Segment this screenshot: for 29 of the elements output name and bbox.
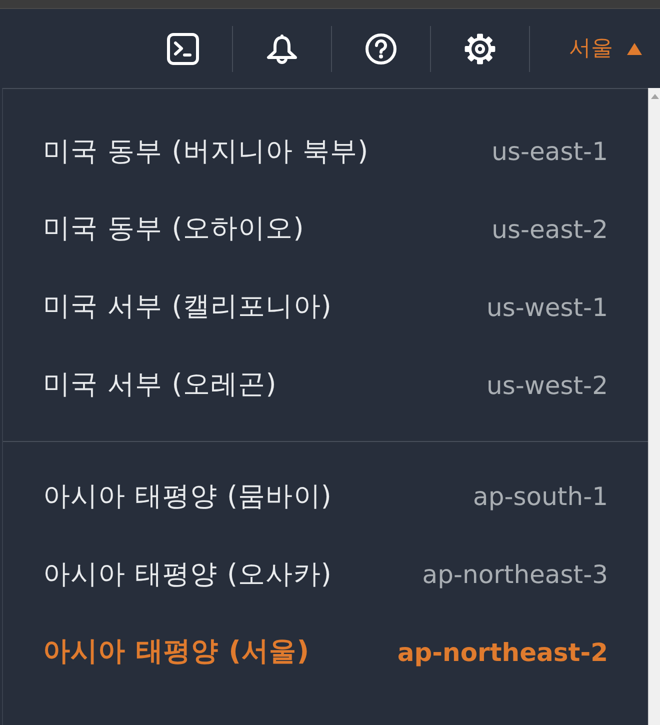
scroll-up-arrow-icon bbox=[650, 94, 658, 99]
region-option[interactable]: 미국 서부 (오레곤) us-west-2 bbox=[3, 346, 648, 424]
region-name: 미국 동부 (오하이오) bbox=[43, 212, 304, 246]
region-name: 아시아 태평양 (서울) bbox=[43, 635, 310, 670]
region-selector-label: 서울 bbox=[569, 35, 613, 63]
region-code: us-east-2 bbox=[492, 214, 608, 246]
region-option[interactable]: 미국 동부 (오하이오) us-east-2 bbox=[3, 190, 648, 269]
region-option[interactable]: 미국 동부 (버지니아 북부) us-east-1 bbox=[3, 113, 648, 191]
region-name: 미국 동부 (버지니아 북부) bbox=[43, 134, 369, 169]
region-name: 아시아 태평양 (오사카) bbox=[43, 558, 332, 592]
region-name: 미국 서부 (오레곤) bbox=[43, 368, 277, 402]
region-code: us-west-2 bbox=[486, 370, 608, 402]
scrollbar-track[interactable] bbox=[648, 88, 660, 725]
region-option[interactable]: 아시아 태평양 (서울) ap-northeast-2 bbox=[3, 614, 648, 692]
bell-icon bbox=[266, 32, 298, 64]
terminal-icon bbox=[167, 32, 199, 64]
help-icon bbox=[365, 32, 397, 64]
region-option[interactable]: 아시아 태평양 (오사카) ap-northeast-3 bbox=[3, 536, 648, 614]
region-code: ap-northeast-3 bbox=[422, 559, 608, 592]
region-code: us-west-1 bbox=[486, 292, 608, 324]
region-selector-button[interactable]: 서울 bbox=[530, 9, 660, 88]
region-code: ap-south-1 bbox=[473, 481, 608, 514]
region-option[interactable]: 미국 서부 (캘리포니아) us-west-1 bbox=[3, 268, 648, 346]
settings-icon bbox=[464, 32, 496, 64]
region-code: us-east-1 bbox=[492, 136, 608, 168]
region-code: ap-northeast-2 bbox=[397, 636, 608, 669]
region-option[interactable]: 아시아 태평양 (뭄바이) ap-south-1 bbox=[3, 458, 648, 536]
region-name: 미국 서부 (캘리포니아) bbox=[43, 290, 332, 324]
region-name: 아시아 태평양 (뭄바이) bbox=[43, 480, 332, 514]
